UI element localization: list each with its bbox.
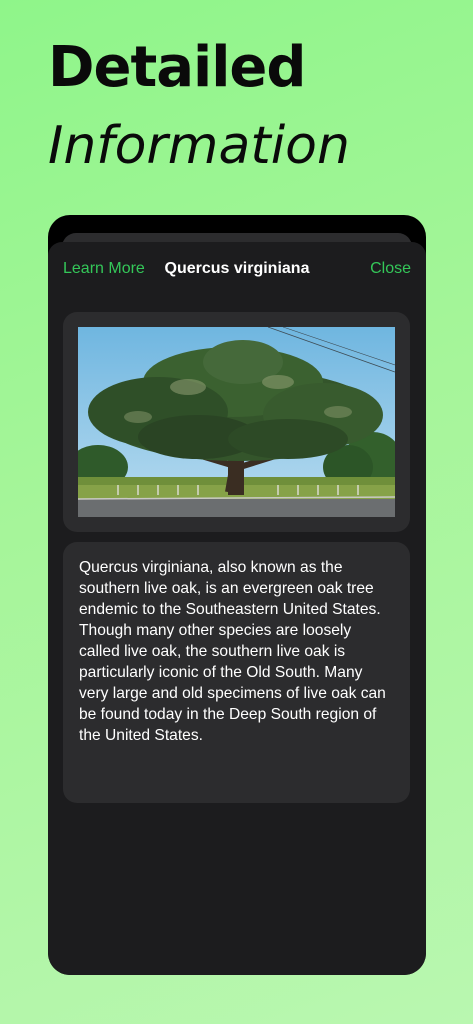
description-card: Quercus virginiana, also known as the so… (63, 542, 410, 803)
description-text: Quercus virginiana, also known as the so… (79, 559, 386, 744)
hero-title: Detailed (48, 35, 306, 100)
nav-bar: Learn More Quercus virginiana Close (48, 260, 426, 286)
hero-subtitle: Information (48, 116, 350, 176)
close-button[interactable]: Close (370, 260, 411, 278)
image-card (63, 312, 410, 532)
detail-sheet: Learn More Quercus virginiana Close Quer… (48, 242, 426, 975)
phone-screen: Learn More Quercus virginiana Close Quer… (48, 215, 426, 975)
tree-photo (78, 327, 395, 517)
